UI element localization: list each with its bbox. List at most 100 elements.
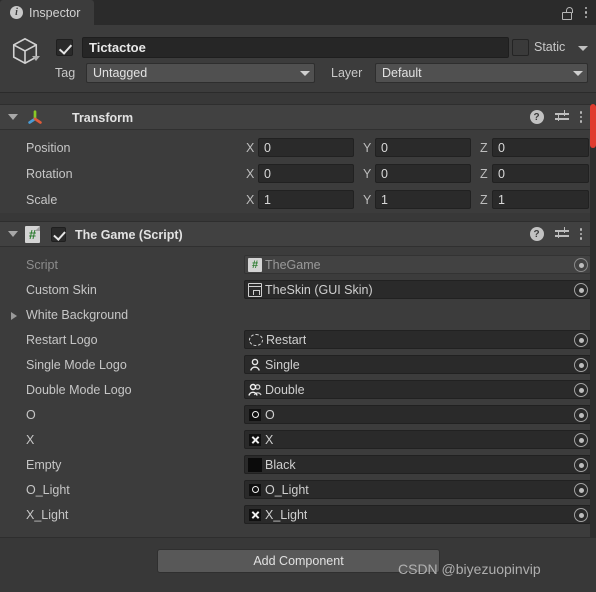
property-label: Script [26, 258, 58, 272]
transform-position-row: Position X 0 Y 0 Z 0 [0, 138, 596, 159]
x-light-object-field[interactable]: X_Light [244, 505, 591, 524]
property-label: X [26, 433, 35, 447]
property-label: Single Mode Logo [26, 358, 127, 372]
o-light-object-field[interactable]: O_Light [244, 480, 591, 499]
script-header-actions: ? [529, 227, 582, 241]
o-sprite-icon [248, 407, 262, 422]
preset-settings-icon[interactable] [554, 227, 569, 241]
static-checkbox[interactable] [512, 39, 529, 56]
transform-rotation-row: Rotation X 0 Y 0 Z 0 [0, 164, 596, 185]
static-dropdown-chevron-icon[interactable] [578, 46, 588, 51]
transform-position-z-input[interactable]: 0 [492, 138, 589, 157]
property-label: Double Mode Logo [26, 383, 132, 397]
empty-object-field[interactable]: Black [244, 455, 591, 474]
object-picker-icon[interactable] [574, 483, 588, 497]
transform-rotation-z-input[interactable]: 0 [492, 164, 589, 183]
help-icon[interactable]: ? [529, 110, 544, 124]
gameobject-header: Tictactoe Static Tag Untagged Layer Defa… [0, 25, 596, 93]
layer-dropdown[interactable]: Default [375, 63, 588, 83]
csharp-script-icon [248, 257, 262, 272]
transform-scale-z-input[interactable]: 1 [492, 190, 589, 209]
o-sprite-icon [248, 482, 262, 497]
property-value: Restart [266, 332, 307, 347]
tab-bar-actions [561, 6, 596, 20]
x-sprite-icon [248, 432, 262, 447]
object-picker-icon[interactable] [574, 408, 588, 422]
axis-x-label: X [246, 141, 255, 155]
lock-open-icon[interactable] [561, 6, 574, 20]
vertical-scrollbar-thumb[interactable] [590, 104, 596, 148]
transform-header-actions: ? [529, 110, 582, 124]
transform-position-label: Position [26, 141, 71, 155]
o-object-field[interactable]: O [244, 405, 591, 424]
gameobject-name-row: Tictactoe Static [0, 30, 596, 65]
transform-gizmo-icon [28, 110, 42, 124]
transform-position-x-input[interactable]: 0 [258, 138, 354, 157]
help-icon[interactable]: ? [529, 227, 544, 241]
transform-position-y-input[interactable]: 0 [375, 138, 471, 157]
axis-y-label: Y [363, 167, 372, 181]
object-picker-icon[interactable] [574, 283, 588, 297]
object-picker-icon[interactable] [574, 333, 588, 347]
script-foldout-icon[interactable] [8, 231, 18, 237]
object-picker-icon[interactable] [574, 433, 588, 447]
property-row-o-light: O_Light O_Light [0, 478, 596, 503]
kebab-menu-icon[interactable] [579, 228, 582, 240]
property-row-x-light: X_Light X_Light [0, 503, 596, 528]
gameobject-name-input[interactable]: Tictactoe [82, 37, 509, 58]
single-mode-logo-object-field[interactable]: Single [244, 355, 591, 374]
transform-component-header[interactable]: Transform ? [0, 104, 596, 130]
transform-foldout-icon[interactable] [8, 114, 18, 120]
transform-rotation-label: Rotation [26, 167, 73, 181]
object-picker-icon[interactable] [574, 258, 588, 272]
property-row-script: Script TheGame [0, 253, 596, 278]
kebab-menu-icon[interactable] [579, 111, 582, 123]
object-picker-icon[interactable] [574, 458, 588, 472]
restart-logo-object-field[interactable]: Restart [244, 330, 591, 349]
transform-scale-x-input[interactable]: 1 [258, 190, 354, 209]
static-label: Static [534, 40, 566, 54]
axis-z-label: Z [480, 193, 488, 207]
object-picker-icon[interactable] [574, 508, 588, 522]
tab-inspector[interactable]: i Inspector [0, 0, 95, 25]
gameobject-enabled-checkbox[interactable] [56, 39, 73, 56]
property-value: Black [265, 457, 296, 472]
double-mode-logo-object-field[interactable]: Double [244, 380, 591, 399]
property-value: O_Light [265, 482, 309, 497]
tag-dropdown[interactable]: Untagged [86, 63, 315, 83]
preset-settings-icon[interactable] [554, 110, 569, 124]
transform-scale-row: Scale X 1 Y 1 Z 1 [0, 190, 596, 211]
object-picker-icon[interactable] [574, 358, 588, 372]
restart-sprite-icon [249, 333, 263, 346]
chevron-down-icon [300, 70, 310, 76]
chevron-right-icon[interactable] [11, 312, 17, 320]
property-value: X_Light [265, 507, 308, 522]
transform-scale-label: Scale [26, 193, 58, 207]
axis-x-label: X [246, 167, 255, 181]
transform-scale-y-input[interactable]: 1 [375, 190, 471, 209]
object-picker-icon[interactable] [574, 383, 588, 397]
custom-skin-object-field[interactable]: TheSkin (GUI Skin) [244, 280, 591, 299]
vertical-scrollbar-track[interactable] [590, 104, 596, 537]
transform-rotation-x-input[interactable]: 0 [258, 164, 354, 183]
property-label: Custom Skin [26, 283, 97, 297]
axis-z-label: Z [480, 141, 488, 155]
kebab-menu-icon[interactable] [584, 6, 587, 19]
script-enabled-checkbox[interactable] [51, 227, 66, 242]
x-object-field[interactable]: X [244, 430, 591, 449]
script-object-field[interactable]: TheGame [244, 255, 591, 274]
property-row-white-background[interactable]: White Background [0, 303, 596, 328]
property-row-empty: Empty Black [0, 453, 596, 478]
script-component-body: Script TheGame Custom Skin TheSkin (GUI … [0, 247, 596, 537]
property-value: O [265, 407, 275, 422]
layer-label: Layer [331, 66, 363, 80]
transform-rotation-y-input[interactable]: 0 [375, 164, 471, 183]
property-row-single-mode-logo: Single Mode Logo Single [0, 353, 596, 378]
x-sprite-icon [248, 507, 262, 522]
tag-label: Tag [55, 66, 76, 80]
property-value: TheGame [265, 257, 321, 272]
chevron-down-icon[interactable] [32, 56, 40, 61]
window-tab-bar: i Inspector [0, 0, 596, 25]
property-row-o: O O [0, 403, 596, 428]
script-component-header[interactable]: # The Game (Script) ? [0, 221, 596, 247]
